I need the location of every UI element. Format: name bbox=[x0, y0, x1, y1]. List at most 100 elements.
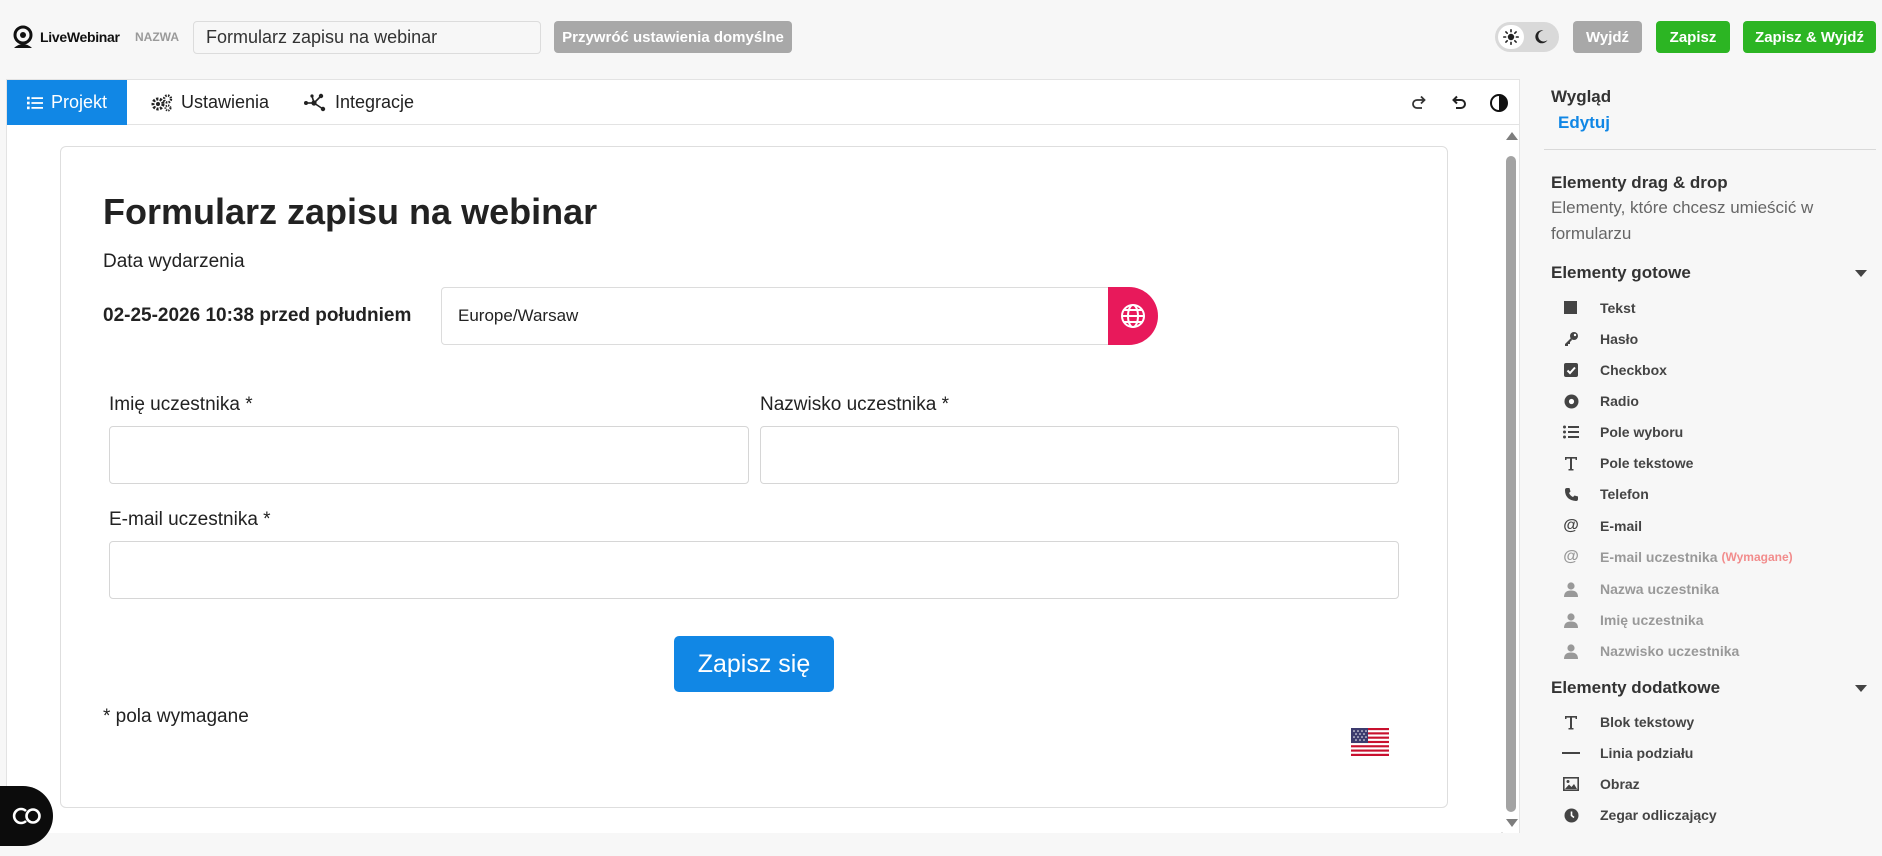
sun-icon bbox=[1503, 29, 1519, 45]
list-icon bbox=[1562, 423, 1580, 441]
canvas-scrollbar[interactable] bbox=[1503, 126, 1519, 833]
form-canvas: Formularz zapisu na webinar Data wydarze… bbox=[7, 126, 1501, 833]
tab-integracje-label: Integracje bbox=[335, 92, 415, 112]
at-icon: @ bbox=[1563, 548, 1579, 565]
redo-icon bbox=[1412, 95, 1426, 109]
tab-ustawienia[interactable]: Ustawienia bbox=[131, 80, 289, 125]
last-name-input[interactable] bbox=[760, 426, 1399, 484]
light-mode-option[interactable] bbox=[1498, 25, 1524, 49]
scroll-thumb[interactable] bbox=[1506, 156, 1516, 812]
element-checkbox[interactable]: Checkbox bbox=[1562, 358, 1667, 382]
tab-ustawienia-label: Ustawienia bbox=[181, 92, 270, 112]
appearance-edit-link[interactable]: Edytuj bbox=[1558, 113, 1610, 133]
element-imie-uczestnika: Imię uczestnika bbox=[1562, 608, 1704, 632]
checkbox-icon bbox=[1562, 361, 1580, 379]
user-icon bbox=[1562, 580, 1580, 598]
required-fields-note: * pola wymagane bbox=[103, 706, 249, 727]
element-email[interactable]: @ E-mail bbox=[1562, 514, 1642, 538]
ready-elements-title: Elementy gotowe bbox=[1551, 263, 1691, 282]
element-pole-tekstowe[interactable]: Pole tekstowe bbox=[1562, 451, 1693, 475]
form-preview: Formularz zapisu na webinar Data wydarze… bbox=[60, 146, 1448, 808]
user-icon bbox=[1562, 642, 1580, 660]
phone-icon bbox=[1562, 485, 1580, 503]
us-flag-icon[interactable] bbox=[1351, 728, 1389, 756]
moon-icon bbox=[1535, 30, 1548, 44]
scroll-up-arrow-icon[interactable] bbox=[1506, 132, 1518, 140]
tab-projekt-label: Projekt bbox=[50, 92, 107, 112]
name-label: NAZWA bbox=[135, 30, 179, 44]
user-icon bbox=[1562, 611, 1580, 629]
element-telefon[interactable]: Telefon bbox=[1562, 482, 1649, 506]
element-linia-podzialu[interactable]: Linia podziału bbox=[1562, 741, 1693, 765]
text-icon bbox=[1562, 454, 1580, 472]
element-pole-wyboru[interactable]: Pole wyboru bbox=[1562, 420, 1683, 444]
at-icon: @ bbox=[1563, 517, 1579, 534]
square-icon bbox=[1562, 299, 1580, 317]
save-and-exit-button[interactable]: Zapisz & Wyjdź bbox=[1743, 21, 1876, 53]
event-date-value: 02-25-2026 10:38 przed południem bbox=[103, 305, 412, 326]
radio-icon bbox=[1562, 392, 1580, 410]
dark-mode-option[interactable] bbox=[1528, 25, 1554, 49]
scroll-down-arrow-icon[interactable] bbox=[1506, 819, 1518, 827]
element-radio[interactable]: Radio bbox=[1562, 389, 1639, 413]
undo-icon bbox=[1452, 95, 1466, 109]
dnd-title: Elementy drag & drop bbox=[1551, 173, 1728, 192]
save-button[interactable]: Zapisz bbox=[1656, 21, 1730, 53]
list-icon bbox=[27, 96, 43, 109]
editor-panel: Projekt Ustawienia Integracje Formularz … bbox=[6, 79, 1520, 833]
redo-button[interactable] bbox=[1408, 92, 1430, 114]
clock-icon bbox=[1562, 806, 1580, 824]
sidebar-divider bbox=[1544, 149, 1876, 150]
timezone-button[interactable] bbox=[1108, 287, 1158, 345]
cookie-consent-icon bbox=[12, 807, 41, 825]
element-email-uczestnika: @ E-mail uczestnika (Wymagane) bbox=[1563, 548, 1793, 565]
form-name-input[interactable] bbox=[193, 21, 541, 54]
editor-tabs: Projekt Ustawienia Integracje bbox=[7, 80, 1519, 125]
form-title: Formularz zapisu na webinar bbox=[103, 191, 598, 232]
ready-elements-section[interactable]: Elementy gotowe bbox=[1551, 263, 1869, 283]
element-nazwisko-uczestnika: Nazwisko uczestnika bbox=[1562, 639, 1739, 663]
caret-down-icon bbox=[1855, 684, 1867, 692]
element-nazwa-uczestnika: Nazwa uczestnika bbox=[1562, 577, 1719, 601]
gears-icon bbox=[151, 93, 173, 111]
contrast-icon bbox=[1490, 94, 1508, 112]
theme-toggle[interactable] bbox=[1495, 22, 1559, 52]
exit-button[interactable]: Wyjdź bbox=[1573, 21, 1642, 53]
caret-down-icon bbox=[1855, 269, 1867, 277]
first-name-input[interactable] bbox=[109, 426, 749, 484]
webcam-logo-icon bbox=[13, 25, 33, 48]
element-obraz[interactable]: Obraz bbox=[1562, 772, 1640, 796]
email-label: E-mail uczestnika * bbox=[109, 509, 271, 530]
key-icon bbox=[1562, 330, 1580, 348]
timezone-input[interactable] bbox=[441, 287, 1109, 345]
text-icon bbox=[1562, 713, 1580, 731]
line-icon bbox=[1562, 744, 1580, 762]
last-name-label: Nazwisko uczestnika * bbox=[760, 394, 950, 415]
dnd-description: Elementy, które chcesz umieścić w formul… bbox=[1551, 198, 1814, 243]
cookie-consent-button[interactable] bbox=[0, 786, 53, 846]
extra-elements-section[interactable]: Elementy dodatkowe bbox=[1551, 678, 1869, 698]
reset-defaults-button[interactable]: Przywróć ustawienia domyślne bbox=[554, 21, 792, 53]
tab-integracje[interactable]: Integracje bbox=[283, 80, 434, 125]
logo: LiveWebinar bbox=[10, 24, 120, 50]
element-blok-tekstowy[interactable]: Blok tekstowy bbox=[1562, 710, 1694, 734]
network-icon bbox=[304, 93, 326, 111]
email-input[interactable] bbox=[109, 541, 1399, 599]
submit-button[interactable]: Zapisz się bbox=[674, 636, 834, 692]
element-haslo[interactable]: Hasło bbox=[1562, 327, 1638, 351]
first-name-label: Imię uczestnika * bbox=[109, 394, 253, 415]
extra-elements-title: Elementy dodatkowe bbox=[1551, 678, 1721, 697]
element-tekst[interactable]: Tekst bbox=[1562, 296, 1636, 320]
logo-text: LiveWebinar bbox=[40, 29, 120, 45]
element-zegar-odliczajacy[interactable]: Zegar odliczający bbox=[1562, 803, 1717, 827]
top-bar: LiveWebinar NAZWA Przywróć ustawienia do… bbox=[0, 0, 1882, 76]
appearance-title: Wygląd bbox=[1551, 87, 1612, 106]
tab-projekt[interactable]: Projekt bbox=[7, 80, 127, 125]
required-tag: (Wymagane) bbox=[1721, 550, 1793, 564]
event-date-label: Data wydarzenia bbox=[103, 251, 245, 272]
globe-icon bbox=[1121, 304, 1145, 328]
right-sidebar: Wygląd Edytuj Elementy drag & drop Eleme… bbox=[1544, 80, 1876, 840]
contrast-toggle-button[interactable] bbox=[1488, 92, 1510, 114]
image-icon bbox=[1562, 775, 1580, 793]
undo-button[interactable] bbox=[1448, 92, 1470, 114]
